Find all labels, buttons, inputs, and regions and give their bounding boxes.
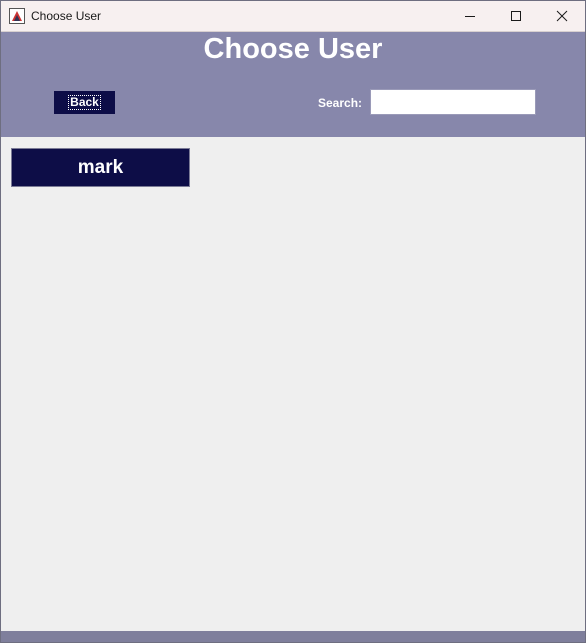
close-button[interactable] [539,1,585,31]
back-button-label: Back [68,95,101,110]
window-title: Choose User [31,9,102,23]
user-button-mark[interactable]: mark [11,148,190,187]
title-bar[interactable]: Choose User [1,1,585,32]
user-list-panel: mark [1,137,585,631]
maximize-icon [511,11,521,21]
minimize-button[interactable] [447,1,493,31]
header-panel: Choose User Back Search: [1,32,585,137]
close-icon [556,10,568,22]
bottom-border-strip [1,631,585,642]
search-label: Search: [318,96,363,110]
back-button[interactable]: Back [54,91,115,114]
maximize-button[interactable] [493,1,539,31]
page-title: Choose User [203,33,383,65]
java-app-icon [9,8,25,24]
minimize-icon [465,16,475,17]
search-input[interactable] [370,89,536,115]
app-window: Choose User Choose User Back Search: mar… [0,0,586,643]
